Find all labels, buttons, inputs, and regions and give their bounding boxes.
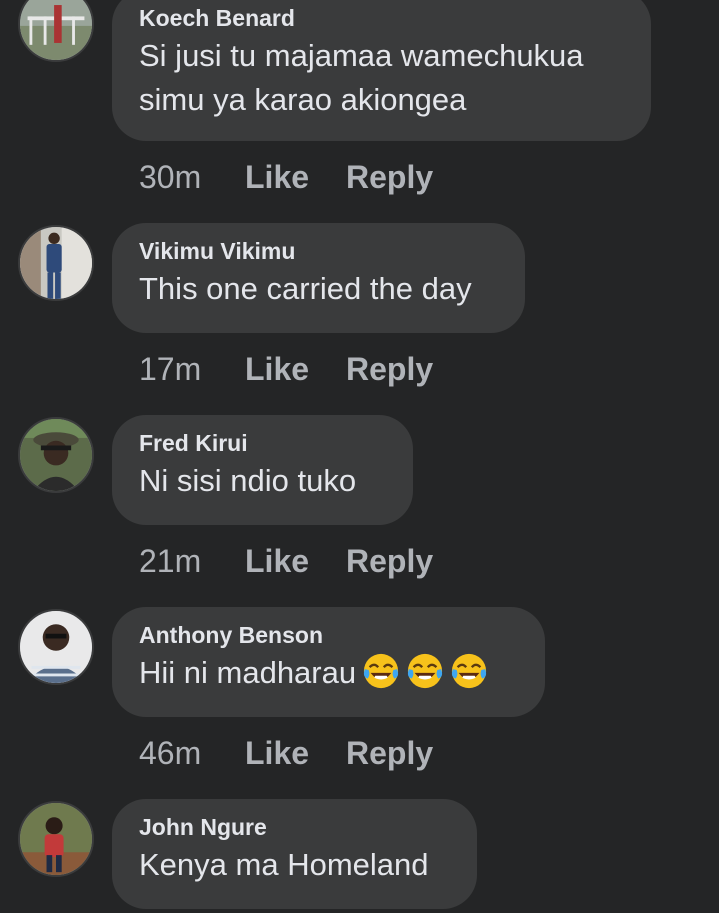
comment-bubble[interactable]: Vikimu Vikimu This one carried the day — [112, 223, 525, 333]
comment-text-content: Hii ni madharau — [139, 655, 357, 690]
avatar[interactable] — [18, 225, 94, 301]
comment-timestamp[interactable]: 21m — [139, 541, 245, 581]
comment-bubble[interactable]: Fred Kirui Ni sisi ndio tuko — [112, 415, 413, 525]
comment-timestamp[interactable]: 17m — [139, 349, 245, 389]
avatar[interactable] — [18, 0, 94, 62]
avatar-photo — [20, 227, 92, 299]
comment-author[interactable]: Anthony Benson — [139, 621, 517, 649]
reply-button[interactable]: Reply — [346, 349, 433, 389]
comment-actions: 17m Like Reply — [139, 349, 433, 389]
comment-bubble[interactable]: John Ngure Kenya ma Homeland — [112, 799, 477, 909]
comment-bubble[interactable]: Anthony Benson Hii ni madharau — [112, 607, 545, 717]
comment-text: Kenya ma Homeland — [139, 847, 429, 882]
comment-timestamp[interactable]: 30m — [139, 157, 245, 197]
comment-text: Ni sisi ndio tuko — [139, 463, 357, 498]
avatar-photo — [20, 419, 92, 491]
comment-bubble[interactable]: Koech Benard Si jusi tu majamaa wamechuk… — [112, 0, 651, 141]
avatar[interactable] — [18, 417, 94, 493]
reply-button[interactable]: Reply — [346, 541, 433, 581]
comment-timestamp[interactable]: 46m — [139, 733, 245, 773]
like-button[interactable]: Like — [245, 541, 346, 581]
like-button[interactable]: Like — [245, 157, 346, 197]
avatar-photo — [20, 0, 92, 60]
comment-author[interactable]: John Ngure — [139, 813, 449, 841]
reply-button[interactable]: Reply — [346, 157, 433, 197]
avatar-photo — [20, 803, 92, 875]
tears-of-joy-emoji — [450, 652, 488, 690]
comment-author[interactable]: Vikimu Vikimu — [139, 237, 497, 265]
avatar-photo — [20, 611, 92, 683]
avatar[interactable] — [18, 609, 94, 685]
comment-text: This one carried the day — [139, 271, 472, 306]
comment-text: Hii ni madharau — [139, 651, 517, 695]
comment-actions: 46m Like Reply — [139, 733, 433, 773]
comment-actions: 30m Like Reply — [139, 157, 433, 197]
reply-button[interactable]: Reply — [346, 733, 433, 773]
comment-author[interactable]: Fred Kirui — [139, 429, 385, 457]
comment-actions: 21m Like Reply — [139, 541, 433, 581]
tears-of-joy-emoji — [362, 652, 400, 690]
comment-text: Si jusi tu majamaa wamechukua simu ya ka… — [139, 38, 584, 117]
avatar[interactable] — [18, 801, 94, 877]
comment-author[interactable]: Koech Benard — [139, 4, 623, 32]
like-button[interactable]: Like — [245, 349, 346, 389]
tears-of-joy-emoji — [406, 652, 444, 690]
like-button[interactable]: Like — [245, 733, 346, 773]
